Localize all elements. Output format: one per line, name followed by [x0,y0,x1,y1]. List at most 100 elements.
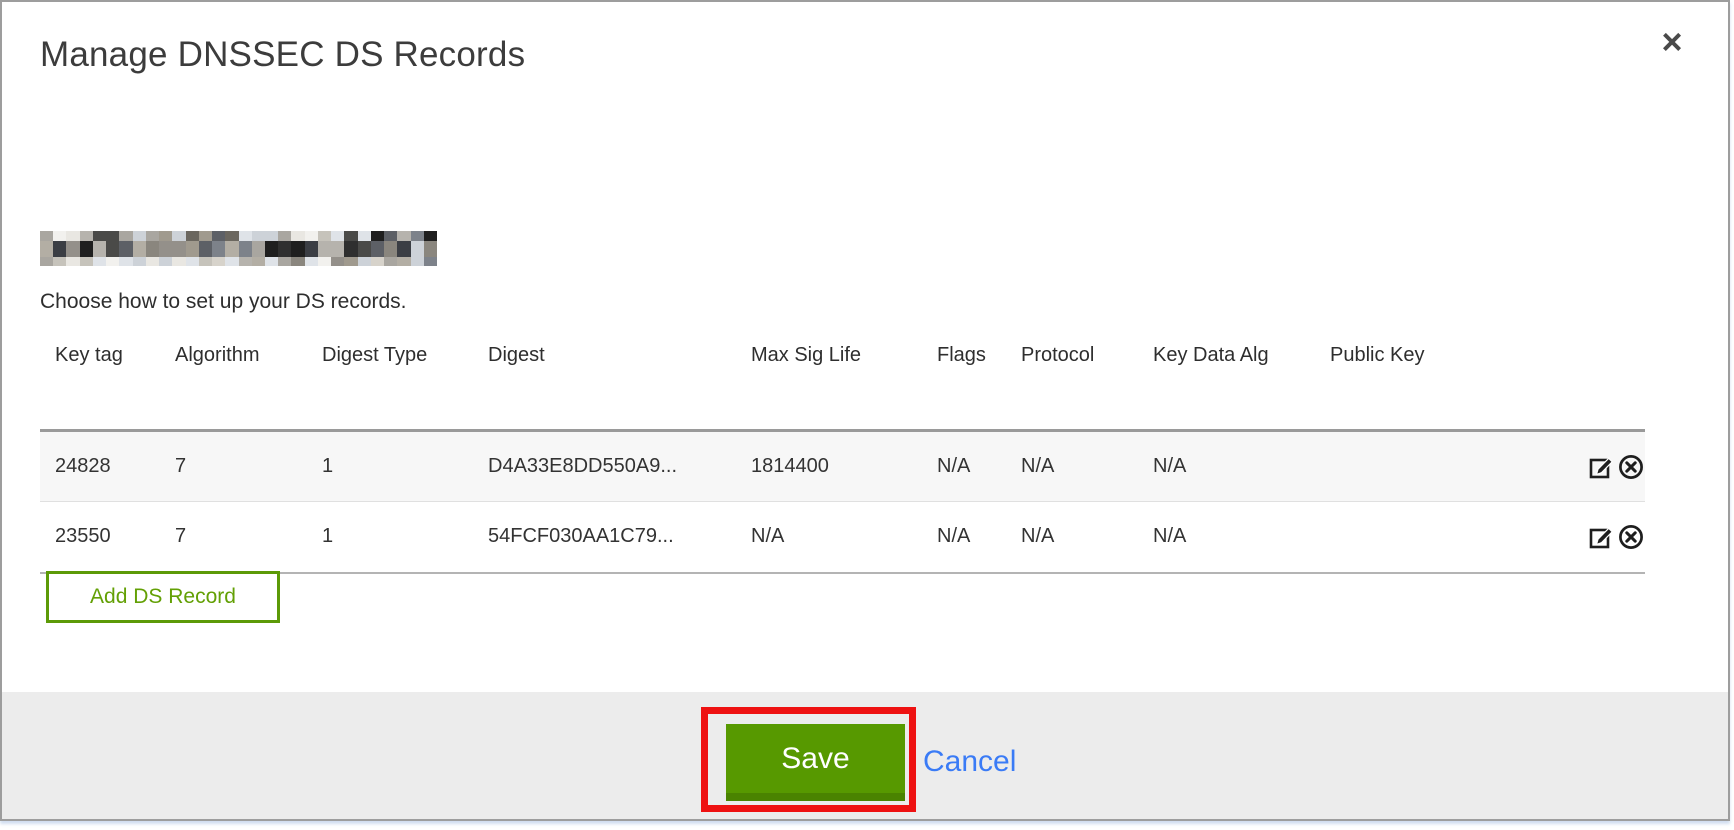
col-key-data-alg: Key Data Alg [1153,332,1330,431]
redaction-pixel [133,241,146,257]
cell-max-sig-life: 1814400 [751,431,937,502]
redaction-pixel [371,257,384,266]
redaction-pixel [291,257,304,266]
redaction-pixel [172,257,185,266]
table-header-row: Key tag Algorithm Digest Type Digest Max… [40,332,1645,431]
redaction-pixel [119,257,132,266]
cell-key-data-alg: N/A [1153,502,1330,573]
redaction-pixel [384,231,397,241]
redaction-pixel [133,231,146,241]
instruction-text: Choose how to set up your DS records. [40,290,407,314]
redaction-pixel [397,241,410,257]
redaction-pixel [344,257,357,266]
redaction-pixel [186,257,199,266]
redaction-pixel [93,241,106,257]
redaction-pixel [199,241,212,257]
cell-flags: N/A [937,431,1021,502]
redaction-pixel [411,231,424,241]
redaction-pixel [331,257,344,266]
redaction-pixel [278,231,291,241]
col-protocol: Protocol [1021,332,1153,431]
redaction-pixel [358,241,371,257]
redaction-pixel [265,241,278,257]
redaction-pixel [305,241,318,257]
redaction-pixel [225,241,238,257]
redaction-pixel [358,231,371,241]
col-digest: Digest [488,332,751,431]
cell-digest-type: 1 [322,502,488,573]
col-max-sig-life: Max Sig Life [751,332,937,431]
save-button[interactable]: Save [726,724,905,801]
redaction-pixel [66,231,79,241]
redaction-pixel [172,231,185,241]
redaction-pixel [252,257,265,266]
redaction-pixel [278,257,291,266]
cell-key-tag: 24828 [40,431,175,502]
redaction-pixel [305,231,318,241]
redaction-pixel [305,257,318,266]
cell-key-data-alg: N/A [1153,431,1330,502]
redaction-pixel [252,231,265,241]
col-key-tag: Key tag [40,332,175,431]
remove-icon[interactable] [1617,453,1645,481]
redaction-pixel [397,231,410,241]
cell-protocol: N/A [1021,431,1153,502]
cell-flags: N/A [937,502,1021,573]
redaction-pixel [186,231,199,241]
modal-title: Manage DNSSEC DS Records [40,35,525,75]
redaction-pixel [146,241,159,257]
redaction-pixel [344,231,357,241]
redaction-pixel [212,241,225,257]
cell-algorithm: 7 [175,431,322,502]
redaction-pixel [106,241,119,257]
redaction-pixel [331,231,344,241]
redaction-pixel [424,257,437,266]
cell-digest: 54FCF030AA1C79... [488,502,751,573]
redaction-pixel [371,241,384,257]
col-public-key: Public Key [1330,332,1545,431]
redaction-pixel [278,241,291,257]
cancel-link[interactable]: Cancel [923,745,1016,779]
edit-icon[interactable] [1588,523,1616,551]
redaction-pixel [411,241,424,257]
redaction-pixel [358,257,371,266]
redaction-pixel [265,231,278,241]
redaction-pixel [225,231,238,241]
redaction-pixel [384,257,397,266]
cell-digest: D4A33E8DD550A9... [488,431,751,502]
redaction-pixel [199,231,212,241]
redaction-pixel [318,257,331,266]
redaction-pixel [159,241,172,257]
ds-record-row-1: 24828 7 1 D4A33E8DD550A9... 1814400 N/A … [40,431,1645,502]
cell-algorithm: 7 [175,502,322,573]
col-flags: Flags [937,332,1021,431]
redaction-pixel [397,257,410,266]
redaction-pixel [318,231,331,241]
redaction-pixel [159,231,172,241]
cell-public-key [1330,502,1545,573]
redaction-pixel [66,241,79,257]
redaction-pixel [199,257,212,266]
ds-records-table: Key tag Algorithm Digest Type Digest Max… [40,332,1645,574]
redaction-pixel [93,231,106,241]
redaction-pixel [133,257,146,266]
redaction-pixel [146,231,159,241]
cell-max-sig-life: N/A [751,502,937,573]
close-icon[interactable]: × [1650,20,1694,64]
cell-key-tag: 23550 [40,502,175,573]
redaction-pixel [93,257,106,266]
redaction-pixel [106,257,119,266]
edit-icon[interactable] [1588,453,1616,481]
remove-icon[interactable] [1617,523,1645,551]
redaction-pixel [106,231,119,241]
manage-dnssec-modal: Manage DNSSEC DS Records × Choose how to… [0,0,1734,830]
redaction-pixel [40,241,53,257]
redaction-pixel [40,231,53,241]
redaction-pixel [53,241,66,257]
cell-protocol: N/A [1021,502,1153,573]
add-ds-record-button[interactable]: Add DS Record [46,571,280,623]
redaction-pixel [424,241,437,257]
redaction-pixel [239,231,252,241]
redaction-pixel [119,241,132,257]
redaction-pixel [80,257,93,266]
